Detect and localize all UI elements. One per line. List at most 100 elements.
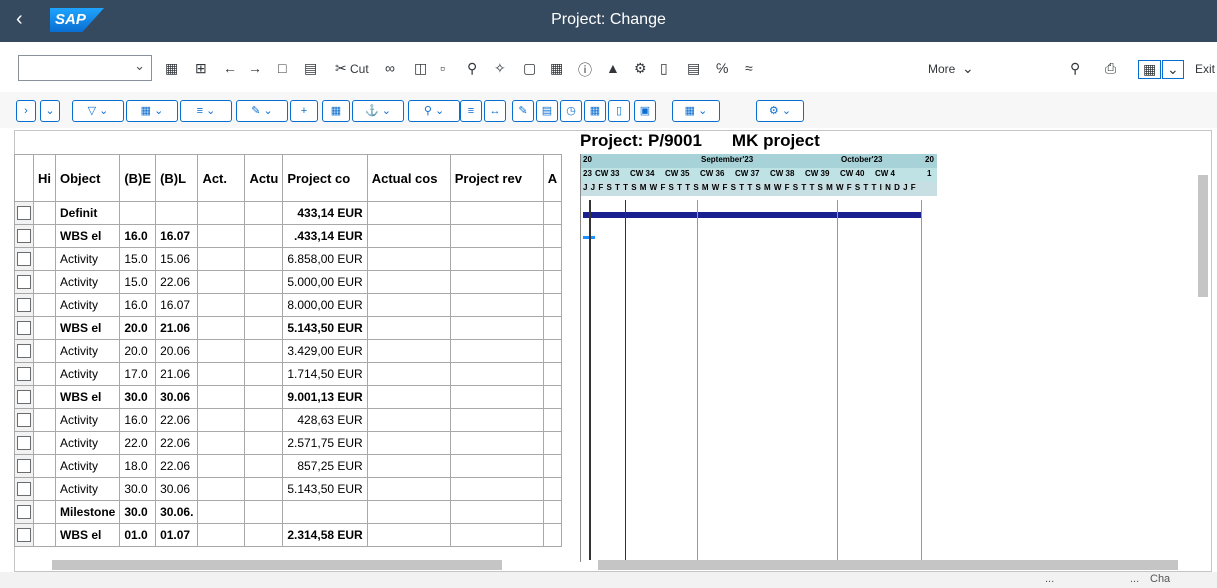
empty-cell[interactable] (33, 247, 56, 271)
row-checkbox[interactable] (17, 298, 31, 313)
empty-cell[interactable] (33, 431, 56, 455)
chart-icon[interactable]: ▯ (660, 60, 668, 77)
row-checkbox[interactable] (17, 528, 31, 543)
delete-icon[interactable]: ▫ (440, 60, 445, 76)
table-cell[interactable]: Activity (54, 408, 121, 432)
forward-arrow-icon[interactable]: → (248, 60, 262, 76)
empty-cell[interactable] (197, 339, 246, 363)
empty-cell[interactable] (449, 454, 544, 478)
empty-cell[interactable] (366, 408, 451, 432)
empty-cell[interactable] (366, 431, 451, 455)
table-cell[interactable]: 9.001,13 EUR (282, 385, 368, 409)
table-cell[interactable]: Activity (54, 431, 121, 455)
row-checkbox[interactable] (17, 390, 31, 405)
chevron-down-icon[interactable]: ⌄ (962, 60, 974, 77)
empty-cell[interactable] (244, 385, 284, 409)
row-checkbox[interactable] (17, 459, 31, 474)
align-button[interactable]: ≡ ⌄ (180, 100, 232, 122)
table-cell[interactable]: 20.0 (119, 316, 157, 340)
network-icon[interactable]: ⚙ (634, 60, 647, 77)
empty-cell[interactable] (14, 362, 34, 386)
empty-cell[interactable] (366, 385, 451, 409)
table-row[interactable]: WBS el 16.0 16.07 .433,14 EUR (14, 224, 563, 248)
pin-button[interactable]: ⚓ ⌄ (352, 100, 404, 122)
table-cell[interactable]: 30.0 (119, 500, 157, 524)
empty-cell[interactable] (449, 500, 544, 524)
empty-cell[interactable] (449, 247, 544, 271)
empty-cell[interactable] (14, 454, 34, 478)
empty-cell[interactable] (366, 500, 451, 524)
col-header[interactable]: Act. (197, 154, 246, 202)
table-row[interactable]: Activity 15.0 15.06 6.858,00 EUR (14, 247, 563, 271)
empty-cell[interactable] (244, 247, 284, 271)
search-icon[interactable]: ⚲ (1070, 60, 1080, 77)
empty-cell[interactable] (366, 316, 451, 340)
table-cell[interactable]: 18.0 (119, 454, 157, 478)
tools-button[interactable]: ⚙ ⌄ (756, 100, 804, 122)
empty-cell[interactable] (244, 431, 284, 455)
table-cell[interactable]: WBS el (54, 523, 121, 547)
grid-icon[interactable]: ⊞ (195, 60, 207, 77)
wand-icon[interactable]: ✧ (494, 60, 506, 77)
table-cell[interactable]: 15.0 (119, 270, 157, 294)
link-icon[interactable]: ∞ (385, 60, 395, 76)
table-cell[interactable]: Activity (54, 362, 121, 386)
empty-cell[interactable] (366, 270, 451, 294)
empty-cell[interactable] (33, 477, 56, 501)
empty-cell[interactable] (244, 201, 284, 225)
vertical-scrollbar[interactable] (1198, 175, 1208, 297)
empty-cell[interactable] (366, 224, 451, 248)
table-cell[interactable]: 16.07 (155, 293, 199, 317)
table-cell[interactable]: 8.000,00 EUR (282, 293, 368, 317)
empty-cell[interactable] (542, 454, 563, 478)
empty-cell[interactable] (542, 270, 563, 294)
empty-cell[interactable] (366, 362, 451, 386)
chevron-down-icon[interactable]: ⌄ (1162, 60, 1184, 79)
paste-icon[interactable]: ▤ (304, 60, 317, 77)
project-bar[interactable] (583, 212, 921, 218)
empty-cell[interactable] (33, 454, 56, 478)
table-cell[interactable]: 15.0 (119, 247, 157, 271)
empty-cell[interactable] (244, 500, 284, 524)
frame-icon[interactable]: ▢ (523, 60, 536, 77)
empty-cell[interactable] (197, 201, 246, 225)
empty-cell[interactable] (244, 408, 284, 432)
col-header[interactable]: Project co (282, 154, 368, 202)
empty-cell[interactable] (449, 362, 544, 386)
table-cell[interactable]: 01.0 (119, 523, 157, 547)
info-icon[interactable]: ⓘ (578, 60, 592, 80)
empty-cell[interactable] (542, 339, 563, 363)
empty-cell[interactable] (542, 408, 563, 432)
zoom-icon[interactable]: ⚲ (467, 60, 477, 77)
table-cell[interactable]: Activity (54, 247, 121, 271)
table-row[interactable]: Activity 20.0 20.06 3.429,00 EUR (14, 339, 563, 363)
empty-cell[interactable] (542, 477, 563, 501)
table-cell[interactable]: 30.06 (155, 477, 199, 501)
col-header[interactable]: Object (54, 154, 121, 202)
table-cell[interactable]: Activity (54, 270, 121, 294)
table-cell[interactable]: 22.06 (155, 408, 199, 432)
table-row[interactable]: Activity 17.0 21.06 1.714,50 EUR (14, 362, 563, 386)
table-cell[interactable]: 30.06 (155, 385, 199, 409)
empty-cell[interactable] (366, 293, 451, 317)
chart-icon[interactable]: ▯ (608, 100, 630, 122)
percent-icon[interactable]: ℅ (716, 60, 728, 76)
date-icon[interactable]: ▦ (322, 100, 350, 122)
table-row[interactable]: WBS el 30.0 30.06 9.001,13 EUR (14, 385, 563, 409)
empty-cell[interactable] (542, 247, 563, 271)
table-cell[interactable]: 20.0 (119, 339, 157, 363)
table-cell[interactable]: WBS el (54, 224, 121, 248)
grid-icon[interactable]: ▦ (584, 100, 606, 122)
empty-cell[interactable] (244, 454, 284, 478)
col-header[interactable]: (B)L (155, 154, 199, 202)
table-cell[interactable]: 5.000,00 EUR (282, 270, 368, 294)
empty-cell[interactable] (542, 201, 563, 225)
zoom-button[interactable]: ⚲ ⌄ (408, 100, 460, 122)
empty-cell[interactable] (244, 224, 284, 248)
row-checkbox[interactable] (17, 436, 31, 451)
empty-cell[interactable] (33, 408, 56, 432)
empty-cell[interactable] (449, 385, 544, 409)
empty-cell[interactable] (542, 431, 563, 455)
empty-cell[interactable] (197, 431, 246, 455)
table-scrollbar[interactable] (52, 560, 502, 570)
